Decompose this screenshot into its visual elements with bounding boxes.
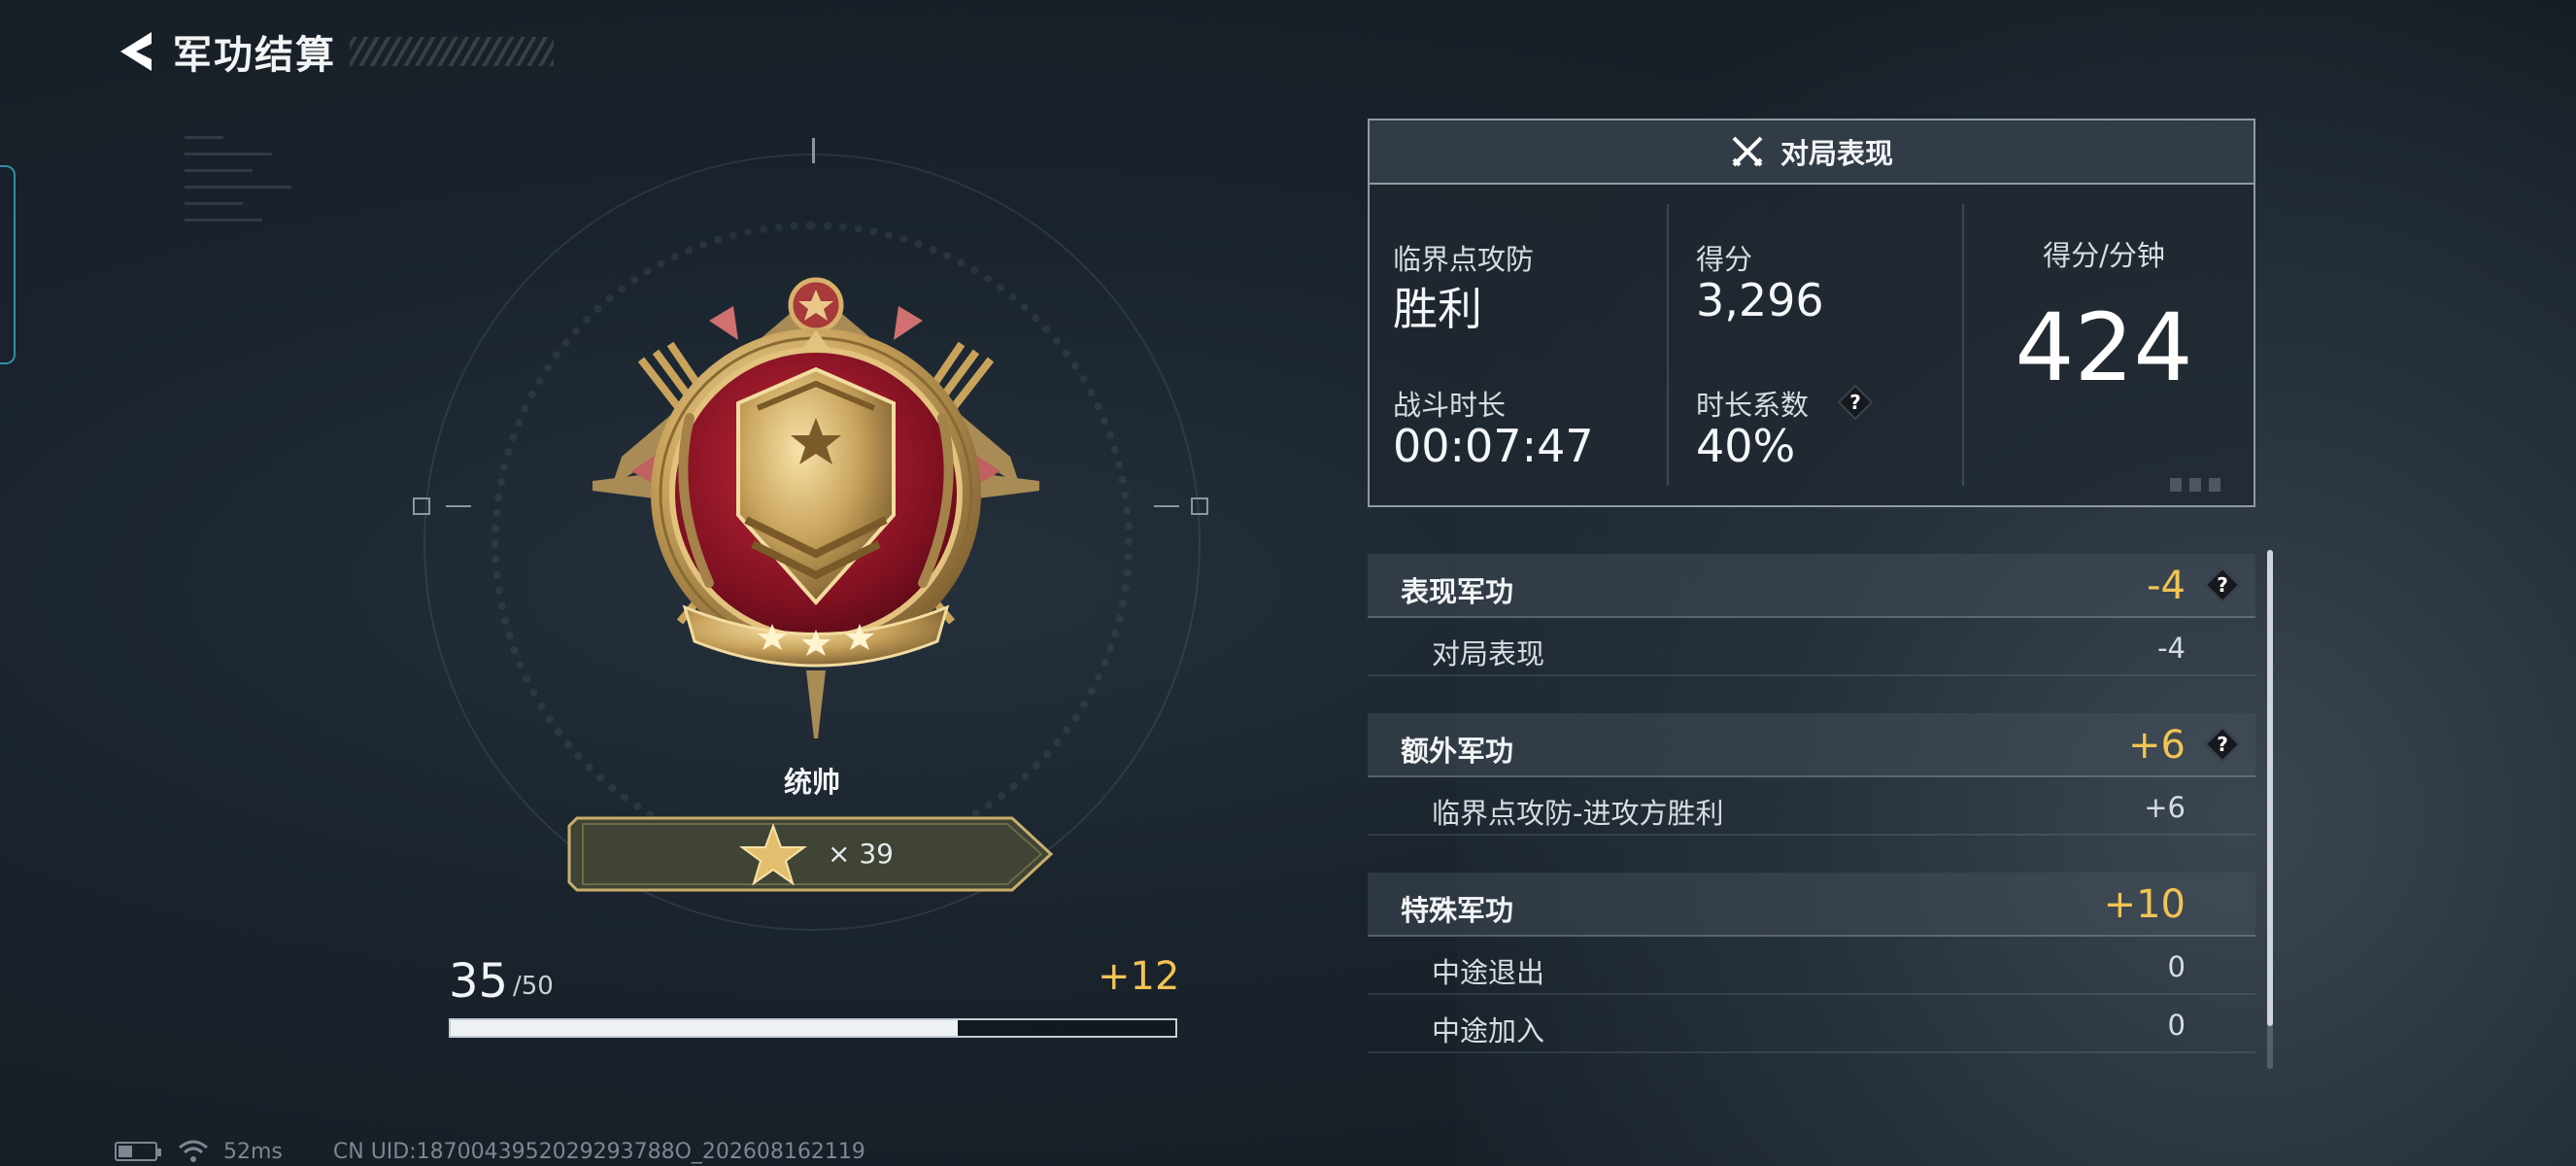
merit-progress-gain: +12 [1098,954,1180,999]
ppm-value: 424 [2015,293,2193,402]
merit-row: 对局表现 -4 [1368,618,2255,676]
decorative-text-block [185,136,301,330]
extra-help-button[interactable]: ? [2203,725,2242,764]
side-drawer-handle[interactable] [0,165,16,364]
rank-name: 统帅 [783,766,840,799]
coef-label: 时长系数 [1696,389,1810,422]
stars-count: × 39 [828,838,894,870]
section-title: 特殊军功 [1401,894,1514,927]
coef-help-button[interactable]: ? [1836,383,1875,422]
uid-text: CN UID:1870043952029293788O_202608162119 [332,1139,865,1164]
panel-title: 对局表现 [1779,137,1893,170]
battery-icon [115,1142,161,1161]
panel-header: 对局表现 [1370,120,2254,185]
row-label: 中途加入 [1432,1014,1545,1047]
performance-help-button[interactable]: ? [2203,566,2242,604]
ping-value: 52ms [223,1139,283,1164]
score-value: 3,296 [1696,274,1824,326]
section-value: -4 [2147,564,2186,608]
section-value: +10 [2103,882,2186,927]
merit-row: 中途退出 0 [1368,937,2255,995]
page-title: 军功结算 [173,33,336,78]
extra-merit-header: 额外军功 +6 ? [1368,713,2255,777]
row-value: -4 [2157,632,2186,665]
match-performance-panel: 对局表现 临界点攻防 胜利 战斗时长 00:07:47 得分 3,296 时长系… [1368,119,2255,507]
merit-row: 中途加入 0 [1368,995,2255,1053]
stars-plate [567,816,1054,892]
duration-label: 战斗时长 [1393,389,1507,422]
help-icon: ? [2217,573,2228,597]
marshal-medal-icon [593,277,1039,738]
page-header: 军功结算 [115,27,554,78]
ring-tick-right [1154,497,1212,517]
ppm-label: 得分/分钟 [2043,239,2165,272]
row-value: +6 [2144,791,2186,824]
crossed-swords-icon [1732,136,1763,167]
row-label: 中途退出 [1432,956,1545,989]
score-label: 得分 [1696,243,1753,276]
merit-progress-fill [451,1020,959,1036]
special-merit-header: 特殊军功 +10 [1368,873,2255,937]
merit-progress-total: /50 [513,972,554,1001]
merit-progress-bar [449,1018,1177,1038]
stat-divider [1667,204,1669,486]
section-title: 额外军功 [1401,735,1514,768]
row-value: 0 [2167,950,2186,983]
wifi-icon [179,1140,208,1162]
merit-list-scrollbar-thumb[interactable] [2267,550,2273,1026]
row-value: 0 [2167,1009,2186,1042]
title-decoration [350,37,554,66]
ring-tick-top [812,138,815,163]
section-value: +6 [2128,723,2186,768]
merit-breakdown-list: 表现军功 -4 ? 对局表现 -4 额外军功 +6 ? 临界点攻防-进攻方胜利 … [1368,554,2255,1059]
row-label: 临界点攻防-进攻方胜利 [1432,797,1724,830]
ring-tick-left [413,497,471,517]
status-footer: 52ms CN UID:1870043952029293788O_2026081… [115,1139,865,1164]
help-icon: ? [2217,733,2228,756]
duration-value: 00:07:47 [1393,420,1594,472]
coef-value: 40% [1696,420,1796,472]
panel-corner-decoration [2170,478,2228,492]
row-label: 对局表现 [1432,637,1545,670]
back-button[interactable] [115,28,157,75]
performance-merit-header: 表现军功 -4 ? [1368,554,2255,618]
stat-divider [1962,204,1964,486]
back-arrow-icon [120,32,152,71]
merit-progress-current: 35 [449,954,509,1009]
merit-row: 临界点攻防-进攻方胜利 +6 [1368,777,2255,836]
help-icon: ? [1849,391,1861,414]
mode-label: 临界点攻防 [1393,243,1535,276]
section-title: 表现军功 [1401,575,1514,608]
match-result: 胜利 [1393,283,1482,335]
